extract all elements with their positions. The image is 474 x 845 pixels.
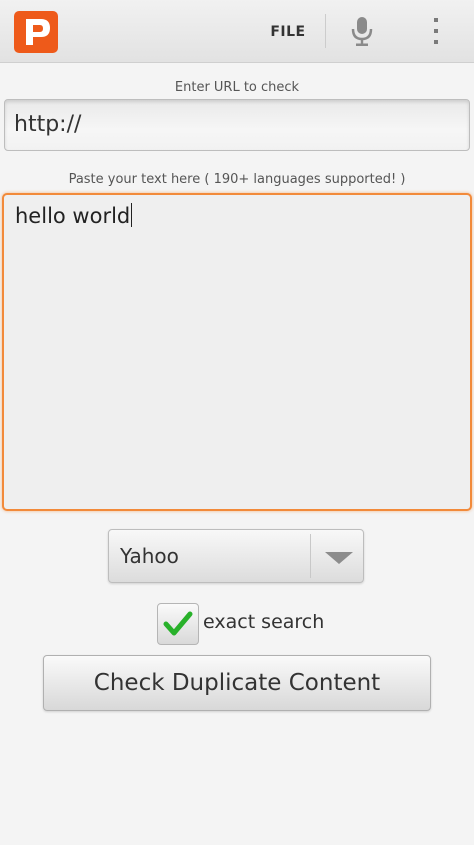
action-bar-divider [325, 14, 326, 48]
exact-search-label[interactable]: exact search [203, 611, 324, 633]
microphone-icon[interactable] [346, 14, 378, 48]
dropdown-arrow-icon [325, 552, 353, 564]
url-label: Enter URL to check [174, 80, 300, 95]
text-input-area[interactable]: hello world [2, 193, 472, 511]
action-bar: FILE [0, 0, 474, 63]
checkmark-icon [163, 611, 193, 636]
text-input-value: hello world [15, 204, 131, 228]
dropdown-divider [310, 534, 311, 578]
text-label: Paste your text here ( 190+ languages su… [68, 172, 406, 187]
app-logo-icon[interactable] [14, 11, 58, 53]
text-cursor [131, 203, 133, 227]
exact-search-checkbox[interactable] [157, 603, 199, 645]
search-engine-selected: Yahoo [120, 544, 179, 568]
check-duplicate-button[interactable]: Check Duplicate Content [43, 655, 431, 711]
overflow-menu-icon[interactable] [424, 14, 448, 48]
url-input[interactable]: http:// [4, 99, 470, 151]
search-engine-dropdown[interactable]: Yahoo [108, 529, 364, 583]
file-button[interactable]: FILE [266, 20, 310, 44]
